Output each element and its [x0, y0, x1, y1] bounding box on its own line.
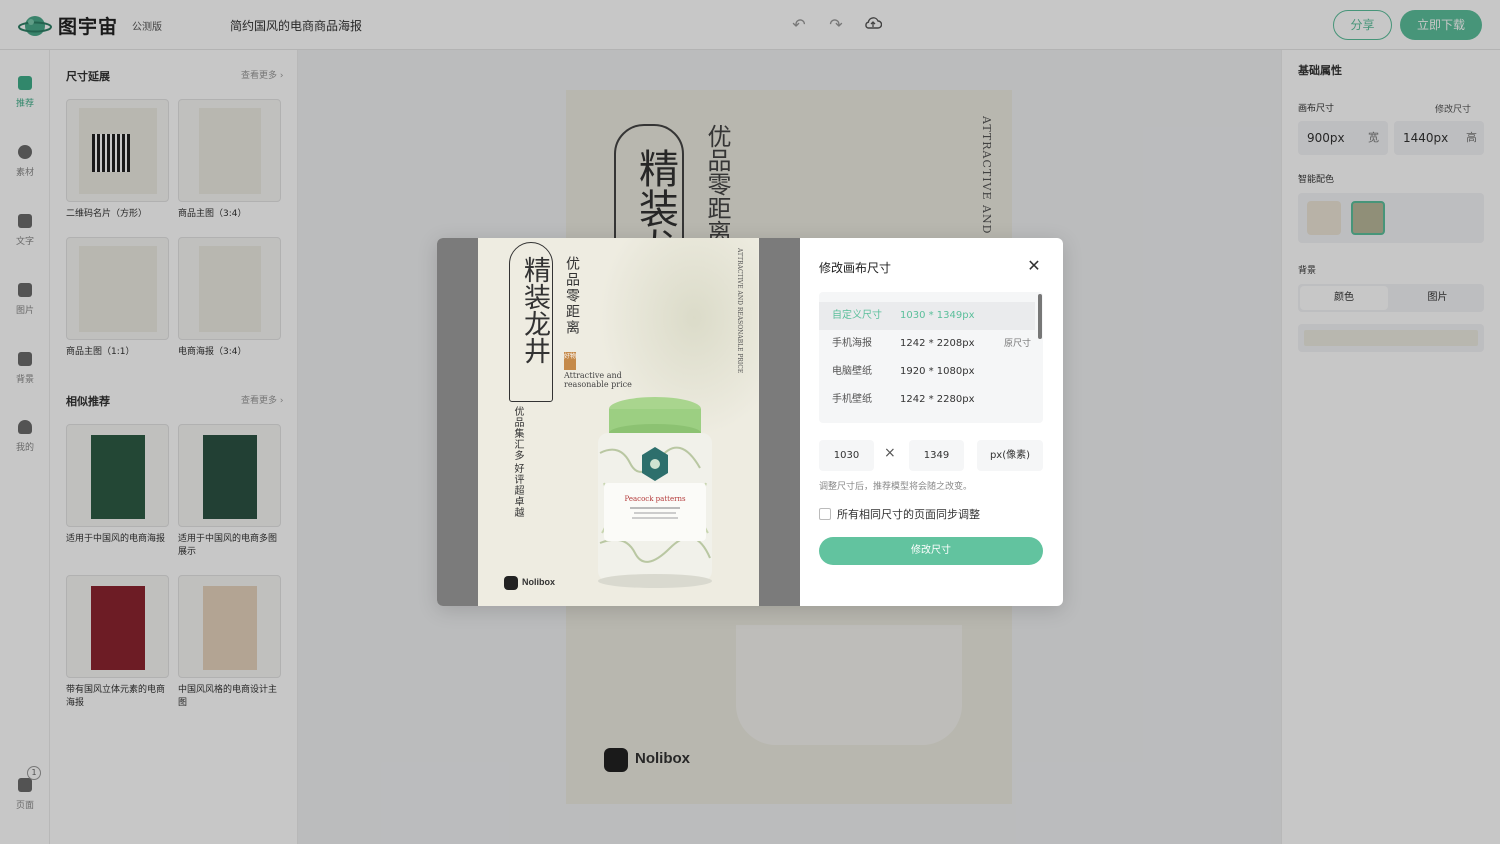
- size-option-phone-poster[interactable]: 手机海报 1242 * 2208px 原尺寸: [819, 330, 1035, 358]
- poster-vertical-en: ATTRACTIVE AND REASONABLE PRICE: [736, 248, 743, 374]
- poster-seal: 好物: [564, 352, 576, 370]
- resize-canvas-dialog: 精装龙井 优品零距离 好物 Attractive and reasonable …: [437, 238, 1063, 606]
- size-option-desktop-wallpaper[interactable]: 电脑壁纸 1920 * 1080px: [819, 358, 1035, 386]
- resize-hint: 调整尺寸后，推荐模型将会随之改变。: [819, 482, 973, 492]
- poster-side-text-1: 优品集汇多: [512, 406, 523, 461]
- sync-pages-checkbox[interactable]: [819, 508, 831, 520]
- list-scrollbar[interactable]: [1038, 294, 1042, 339]
- unit-select[interactable]: px(像素): [977, 440, 1043, 471]
- height-input[interactable]: 1349: [909, 440, 964, 471]
- width-input[interactable]: 1030: [819, 440, 874, 471]
- size-option-phone-wallpaper[interactable]: 手机壁纸 1242 * 2280px: [819, 386, 1035, 414]
- sync-pages-option[interactable]: 所有相同尺寸的页面同步调整: [819, 506, 980, 522]
- tea-tin-illustration: Peacock patterns: [598, 397, 712, 588]
- preset-size-list[interactable]: 自定义尺寸 1030 * 1349px 手机海报 1242 * 2208px 原…: [819, 292, 1043, 423]
- multiply-icon: ×: [884, 445, 896, 461]
- poster-title: 精装龙井: [519, 256, 550, 364]
- poster-tagline-2: reasonable price: [564, 380, 632, 389]
- close-icon[interactable]: ✕: [1026, 258, 1042, 274]
- preview-pane: 精装龙井 优品零距离 好物 Attractive and reasonable …: [437, 238, 800, 606]
- poster-subtitle: 优品零距离: [564, 256, 580, 336]
- can-label-text: Peacock patterns: [624, 495, 686, 503]
- poster-tagline-1: Attractive and: [564, 371, 622, 380]
- poster-brand: Nolibox: [522, 577, 555, 587]
- confirm-resize-button[interactable]: 修改尺寸: [819, 537, 1043, 565]
- poster-side-text-2: 好评超卓越: [512, 463, 523, 518]
- size-option-custom[interactable]: 自定义尺寸 1030 * 1349px: [819, 302, 1035, 330]
- sync-pages-label: 所有相同尺寸的页面同步调整: [837, 508, 980, 521]
- poster-preview: 精装龙井 优品零距离 好物 Attractive and reasonable …: [478, 238, 759, 606]
- brand-logo-icon: [504, 576, 518, 590]
- original-size-tag: 原尺寸: [1004, 339, 1032, 349]
- dialog-title: 修改画布尺寸: [819, 261, 892, 275]
